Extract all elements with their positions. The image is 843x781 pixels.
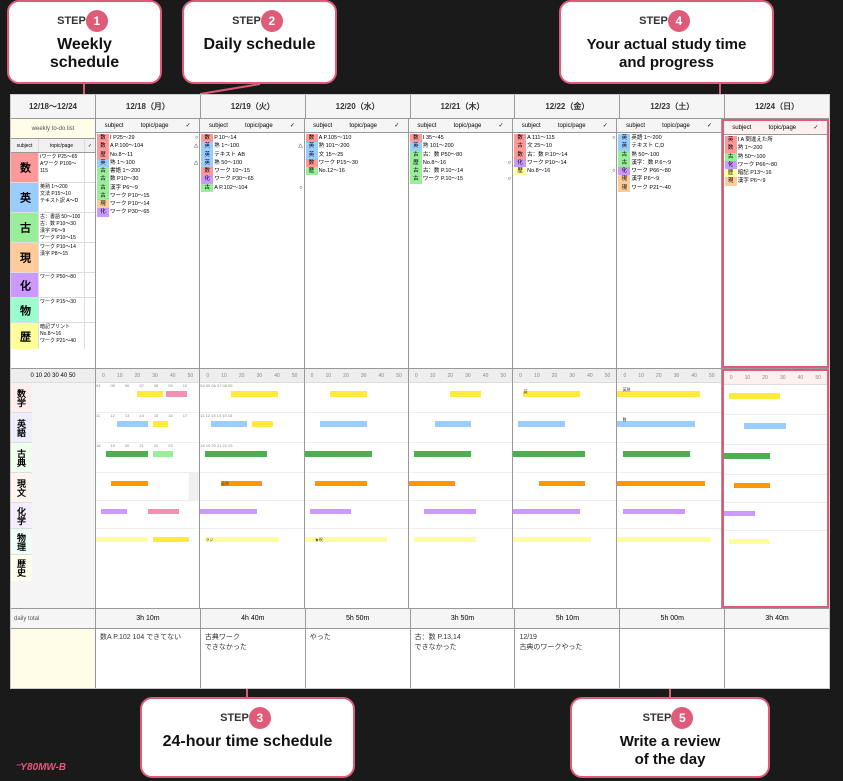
step5-box: STEP 5 Write a review of the day	[570, 697, 770, 778]
step2-number: 2	[261, 10, 283, 32]
sun-entries: 英Ⅰ A 問違えた所 数熟 1〜200 古熟 50〜100 化ワーク P66〜8…	[724, 135, 827, 366]
subject-row-phys: 物 ワーク P15〜30	[11, 298, 95, 323]
day-col-sun: subjecttopic/page✓ 英Ⅰ A 問違えた所 数熟 1〜200 古…	[722, 119, 829, 368]
subject-sidebar: weekly to-do list subject topic/page ✓ 数…	[11, 119, 96, 368]
product-label: ⁻Y80MW-B	[15, 762, 66, 773]
step5-title: Write a review of the day	[584, 733, 756, 769]
subject-row-hist: 歴 暗記プリントNo.8〜16ワーク P21〜40	[11, 323, 95, 349]
step4-label: STEP	[639, 15, 668, 27]
time-section: 0 10 20 30 40 50 数学 英語 古典 現文 化学 物理 歴史 01…	[11, 369, 829, 609]
day-col-mon: subjecttopic/page✓ 数Ⅰ P25〜29○ 数A P.100〜1…	[96, 119, 200, 368]
step2-box: STEP 2 Daily schedule	[182, 0, 337, 84]
step3-title: 24-hour time schedule	[154, 733, 341, 751]
step1-title: Weekly schedule	[21, 36, 148, 72]
step1-box: STEP 1 Weekly schedule	[7, 0, 162, 84]
step4-box: STEP 4 Your actual study time and progre…	[559, 0, 774, 84]
time-day-columns: 01020304050 04050607080910	[96, 369, 829, 608]
step1-label: STEP	[57, 15, 86, 27]
step5-label: STEP	[643, 712, 672, 724]
subject-row-math: 数 Ⅰワーク P25〜65Aワーク P100〜115	[11, 153, 95, 183]
time-col-thu: 01020304050	[409, 369, 513, 608]
date-tue: 12/19（火）	[201, 95, 306, 118]
review-wed: やった	[306, 629, 411, 689]
day-col-fri: subjecttopic/page✓ 数A 111〜115○ 古文 25〜10 …	[513, 119, 617, 368]
step1-number: 1	[86, 10, 108, 32]
date-fri: 12/22（金）	[515, 95, 620, 118]
step3-box: STEP 3 24-hour time schedule	[140, 697, 355, 778]
step5-number: 5	[671, 707, 693, 729]
time-col-wed: 01020304050	[305, 369, 409, 608]
wed-entries: 数A P.105〜110 英熟 101〜200 英文 15〜25 数ワーク P1…	[305, 133, 408, 368]
time-col-sun: 01020304050	[722, 369, 829, 608]
schedule-grid: 12/18〜12/24 12/18（月） 12/19（火） 12/20（水） 1…	[10, 94, 830, 689]
mon-entries: 数Ⅰ P25〜29○ 数A P.100〜104△ 歴No.8〜11 英熟 1〜1…	[96, 133, 199, 368]
day-col-tue: subjecttopic/page✓ 数P.10〜14 英熟 1〜100△ 英テ…	[200, 119, 304, 368]
subject-row-classical: 古 古：書語 50〜100古：数 P10〜30漢字 P6〜9ワーク P10〜15	[11, 213, 95, 243]
date-thu: 12/21（木）	[411, 95, 516, 118]
step3-label: STEP	[220, 712, 249, 724]
weekly-todo-label: weekly to-do list	[11, 119, 95, 139]
time-col-tue: 01020304050 04 05 06 07 08 09 11 12 13 1…	[200, 369, 304, 608]
subject-row-eng: 英 英熟 1〜200文法 P15〜10テキスト訳 A〜D	[11, 183, 95, 213]
step2-title: Daily schedule	[196, 36, 323, 54]
step3-number: 3	[249, 707, 271, 729]
date-mon: 12/18（月）	[96, 95, 201, 118]
day-col-wed: subjecttopic/page✓ 数A P.105〜110 英熟 101〜2…	[305, 119, 409, 368]
col-headers: subject topic/page ✓	[11, 139, 95, 153]
review-tue: 古典ワークできなかった	[201, 629, 306, 689]
subject-section: weekly to-do list subject topic/page ✓ 数…	[11, 119, 829, 369]
day-columns: subjecttopic/page✓ 数Ⅰ P25〜29○ 数A P.100〜1…	[96, 119, 829, 368]
sat-entries: 英英語 1〜200 英テキスト C,D 古熟 50〜100 古漢字：数 P.6〜…	[617, 133, 720, 368]
fri-entries: 数A 111〜115○ 古文 25〜10 数古：数 P.10〜14 化ワーク P…	[513, 133, 616, 368]
daily-totals-row: daily total 3h 10m 4h 40m 5h 50m 3h 50m …	[11, 609, 829, 629]
review-thu: 古：数 P.13,14できなかった	[411, 629, 516, 689]
review-mon: 数A P.102 104 できてない	[96, 629, 201, 689]
time-col-fri: 01020304050 英	[513, 369, 617, 608]
subject-row-chem: 化 ワーク P50〜80	[11, 273, 95, 298]
date-sun: 12/24（日）	[725, 95, 829, 118]
review-sun	[725, 629, 829, 689]
review-section: 数A P.102 104 できてない 古典ワークできなかった やった 古：数 P…	[11, 629, 829, 689]
step4-number: 4	[668, 10, 690, 32]
step2-label: STEP	[232, 15, 261, 27]
thu-entries: 数Ⅰ 35〜45 英熟 101〜200 古古：数 P50〜80 歴No.8〜16…	[409, 133, 512, 368]
tue-entries: 数P.10〜14 英熟 1〜100△ 英テキスト AB 英熟 50〜100 数ワ…	[200, 133, 303, 368]
date-range: 12/18〜12/24	[11, 95, 96, 118]
date-header: 12/18〜12/24 12/18（月） 12/19（火） 12/20（水） 1…	[11, 95, 829, 119]
review-sat	[620, 629, 725, 689]
date-wed: 12/20（水）	[306, 95, 411, 118]
time-col-sat: 01020304050 英熟 数	[617, 369, 721, 608]
subject-row-modern: 現 ワーク P10〜14漢字 P8〜15	[11, 243, 95, 273]
time-col-mon: 01020304050 04050607080910	[96, 369, 200, 608]
step4-title: Your actual study time and progress	[573, 36, 760, 72]
day-col-thu: subjecttopic/page✓ 数Ⅰ 35〜45 英熟 101〜200 古…	[409, 119, 513, 368]
time-section-label: 0 10 20 30 40 50 数学 英語 古典 現文 化学 物理 歴史	[11, 369, 96, 608]
day-col-sat: subjecttopic/page✓ 英英語 1〜200 英テキスト C,D 古…	[617, 119, 721, 368]
date-sat: 12/23（土）	[620, 95, 725, 118]
main-container: STEP 1 Weekly schedule STEP 2 Daily sche…	[0, 0, 843, 781]
review-fri: 12/19古典のワークやった	[515, 629, 620, 689]
